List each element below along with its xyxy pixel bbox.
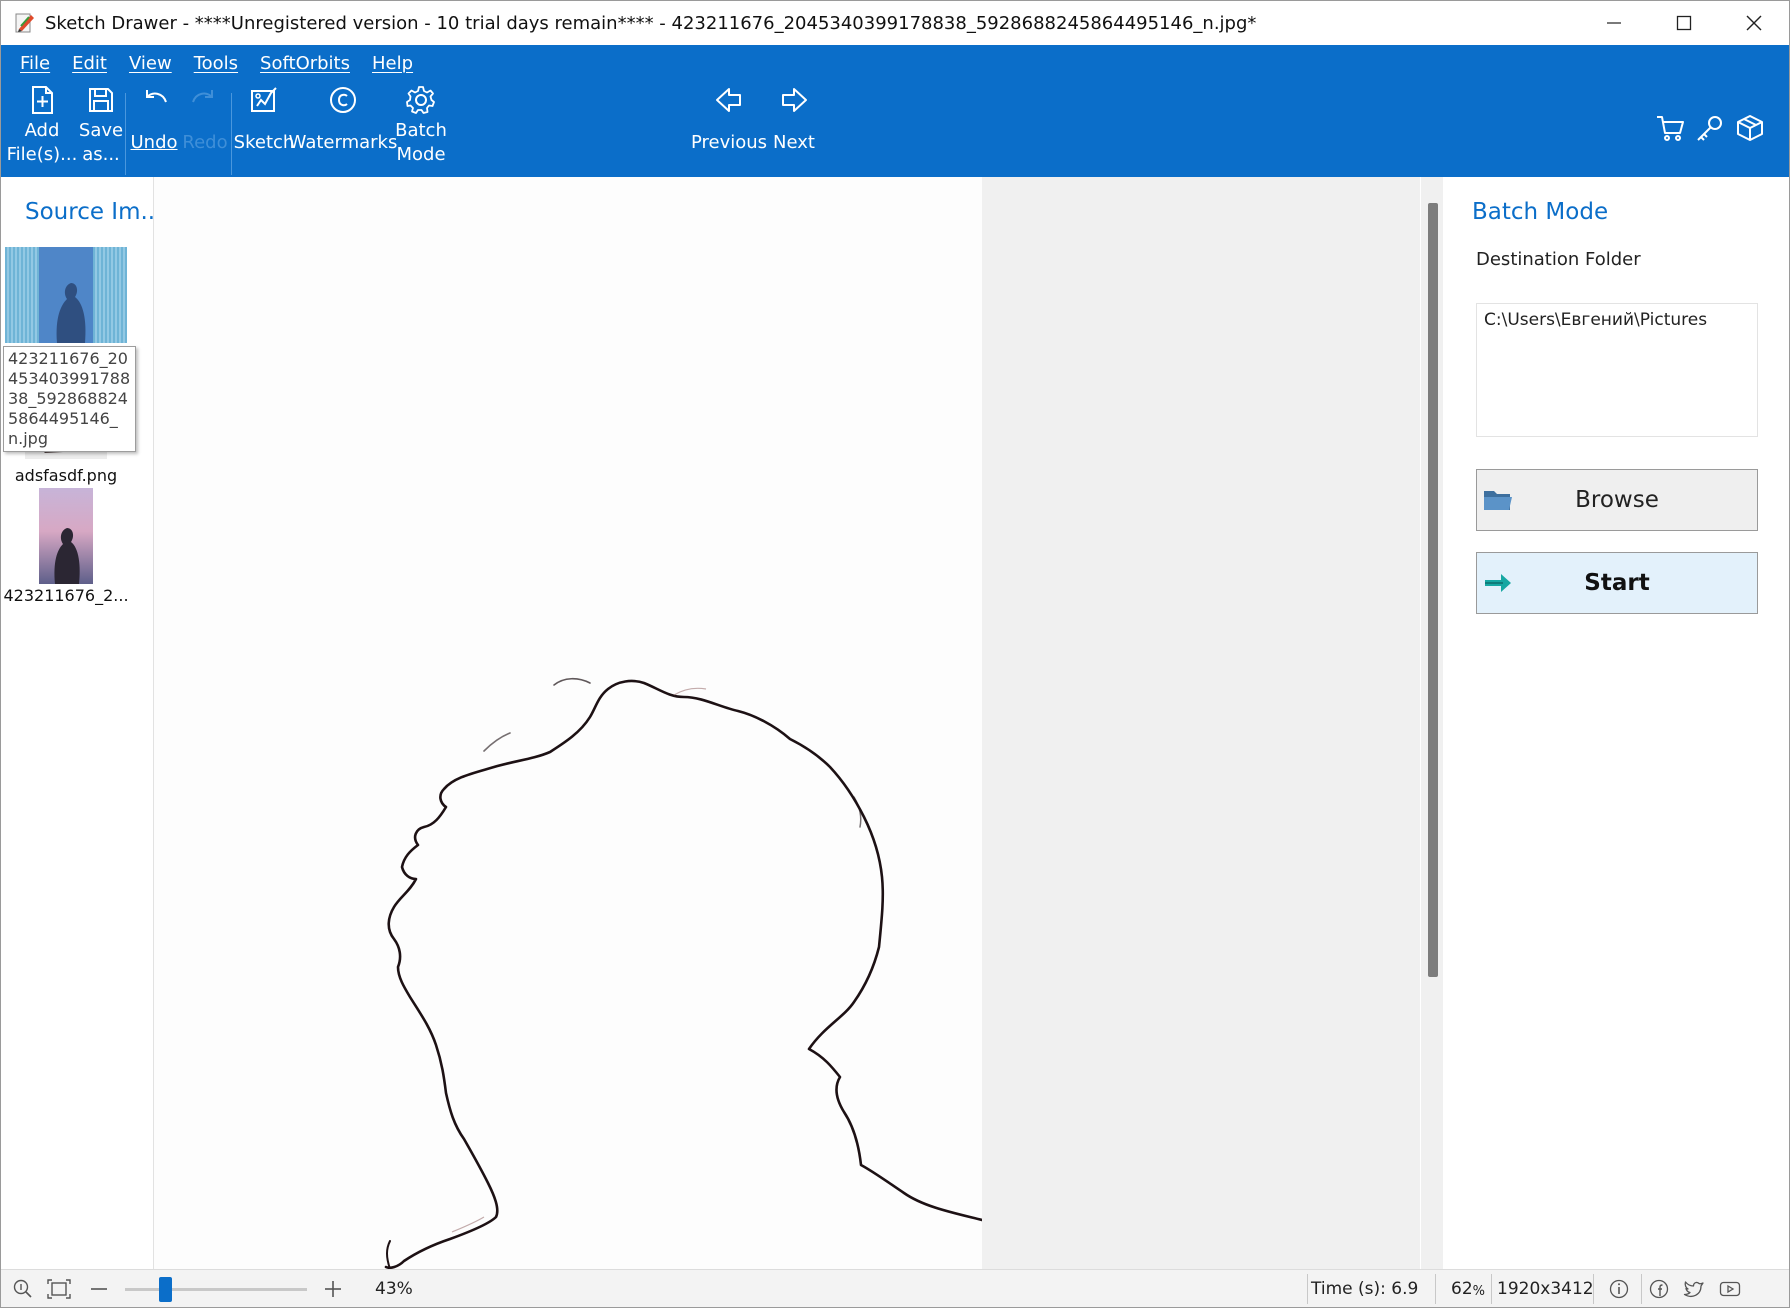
undo-label: Undo [130,132,178,153]
undo-button[interactable]: Undo [129,83,179,155]
sketch-image [154,177,984,1270]
sketch-drawing [384,677,984,1270]
app-window: Sketch Drawer - ****Unregistered version… [0,0,1790,1308]
quality-sign: % [1472,1283,1485,1299]
ribbon-right-icons [1655,113,1765,143]
destination-folder-field[interactable]: C:\Users\Евгений\Pictures [1476,303,1758,437]
status-separator [1593,1274,1594,1304]
thumbnail-selected[interactable] [5,247,127,343]
batch-mode-title: Batch Mode [1472,199,1609,225]
batch-mode-label-2: Mode [396,144,446,165]
menu-view[interactable]: View [118,51,183,76]
filename-tooltip: 423211676_2045340399178838_5928688245864… [3,346,136,452]
status-separator [1307,1274,1308,1304]
toolbar-separator [231,93,232,175]
source-images-panel: Source Im... adsfasdf.png 423211676_2...… [1,177,162,1269]
vertical-scrollbar-thumb[interactable] [1428,203,1438,977]
image-dimensions: 1920x3412 [1497,1279,1594,1299]
youtube-icon[interactable] [1719,1270,1741,1307]
browse-button[interactable]: Browse [1476,469,1758,531]
window-title: Sketch Drawer - ****Unregistered version… [45,12,1257,34]
menu-bar: File Edit View Tools SoftOrbits Help [9,51,424,76]
watermark-icon [330,87,356,113]
previous-icon [716,88,741,112]
processing-time: Time (s): 6.9 [1311,1279,1419,1299]
menu-tools[interactable]: Tools [183,51,249,76]
box-icon[interactable] [1735,113,1765,143]
zoom-level: 43% [375,1279,413,1299]
previous-label: Previous [690,132,768,153]
maximize-icon[interactable] [1649,1,1719,45]
close-icon[interactable] [1719,1,1789,45]
add-files-label-1: Add [24,120,60,141]
batch-mode-button[interactable]: Batch Mode [395,83,447,167]
previous-button[interactable]: Previous [690,83,768,155]
zoom-info-icon[interactable] [13,1270,33,1307]
zoom-in-icon[interactable] [323,1270,343,1307]
undo-icon [146,90,167,103]
destination-folder-label: Destination Folder [1476,249,1641,270]
key-icon[interactable] [1695,113,1725,143]
next-button[interactable]: Next [767,83,821,155]
start-button[interactable]: Start [1476,552,1758,614]
quality-percent: 62% [1451,1270,1485,1307]
add-file-icon [32,86,53,114]
menu-help[interactable]: Help [361,51,424,76]
save-as-label-2: as... [82,144,120,165]
menu-edit[interactable]: Edit [61,51,118,76]
thumbnail-423211676[interactable] [39,488,93,584]
thumbnail-image [54,528,80,584]
toolbar: Add File(s)... Save as... Undo Redo Sket… [1,83,1789,177]
canvas-background [982,177,1420,1269]
fit-icon[interactable] [47,1270,71,1307]
thumbnail-image [39,247,93,343]
facebook-icon[interactable] [1649,1270,1669,1307]
twitter-icon[interactable] [1683,1270,1705,1307]
cart-icon[interactable] [1655,113,1685,143]
browse-label: Browse [1575,487,1659,513]
batch-mode-label-1: Batch [395,120,447,141]
zoom-slider-track[interactable] [125,1288,307,1291]
save-icon [89,88,113,112]
status-separator [1435,1274,1436,1304]
zoom-out-icon[interactable] [89,1270,109,1307]
next-label: Next [773,132,815,153]
arrow-right-icon [1483,571,1513,601]
menu-softorbits[interactable]: SoftOrbits [249,51,361,76]
quality-value: 62 [1451,1279,1473,1299]
thumbnail-label: 423211676_2... [3,586,129,605]
start-label: Start [1584,570,1650,596]
save-as-label-1: Save [78,120,124,141]
add-files-label-2: File(s)... [6,144,78,165]
status-bar: 43% Time (s): 6.9 62% 1920x3412 [1,1269,1789,1307]
info-icon[interactable] [1609,1270,1629,1307]
sketch-button[interactable]: Sketch [233,83,295,155]
next-icon [782,88,807,112]
watermarks-label: Watermarks [288,132,398,153]
watermarks-button[interactable]: Watermarks [289,83,397,155]
folder-icon [1483,488,1513,518]
thumbnail-label: adsfasdf.png [14,466,118,485]
zoom-slider-thumb[interactable] [158,1277,172,1302]
sketch-label: Sketch [233,132,295,153]
batch-mode-panel: Batch Mode Destination Folder C:\Users\Е… [1444,177,1789,1269]
redo-label: Redo [182,132,228,153]
menu-file[interactable]: File [9,51,61,76]
image-canvas[interactable] [154,177,1420,1270]
ribbon: File Edit View Tools SoftOrbits Help Add… [1,45,1789,177]
status-separator [1491,1274,1492,1304]
source-images-title: Source Im... [25,199,163,225]
app-icon [15,12,37,34]
title-bar: Sketch Drawer - ****Unregistered version… [1,1,1789,45]
gear-icon [406,86,435,114]
sketch-icon [251,87,277,112]
redo-button[interactable]: Redo [181,83,229,155]
add-files-button[interactable]: Add File(s)... [7,83,77,167]
toolbar-separator [125,93,126,175]
status-separator [1641,1274,1642,1304]
minimize-icon[interactable] [1579,1,1649,45]
save-as-button[interactable]: Save as... [77,83,125,167]
redo-icon [192,90,213,103]
